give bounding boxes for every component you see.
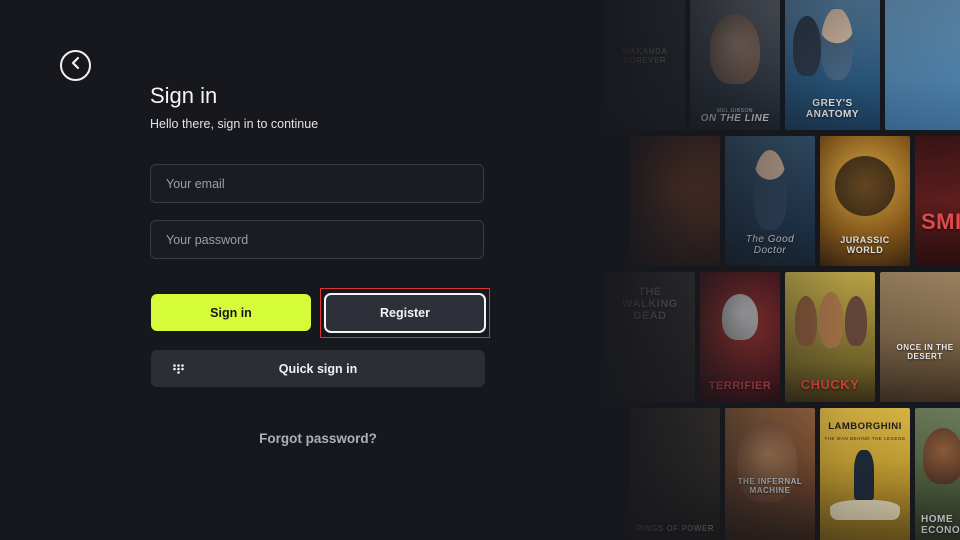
signin-button-label: Sign in — [210, 305, 252, 320]
poster-title: GREY'S ANATOMY — [805, 98, 860, 120]
actor-figure — [845, 296, 867, 346]
chevron-left-icon — [70, 56, 82, 75]
forgot-password-link[interactable]: Forgot password? — [150, 431, 486, 446]
poster-edge-top — [885, 0, 960, 130]
poster-title: LAMBORGHINI — [828, 421, 902, 432]
poster-spiderman — [630, 136, 720, 266]
poster-once-in-the-desert: ONCE IN THE DESERT — [880, 272, 960, 402]
poster-infernal-machine: THE INFERNAL MACHINE — [725, 408, 815, 540]
page-subtitle: Hello there, sign in to continue — [150, 117, 319, 131]
poster-rings-of-power: RINGS OF POWER — [630, 408, 720, 540]
poster-title: JURASSIC WORLD — [840, 235, 890, 256]
poster-jurassic-world: JURASSIC WORLD — [820, 136, 910, 266]
signin-button[interactable]: Sign in — [151, 294, 311, 331]
poster-smile: SMI — [915, 136, 960, 266]
back-button[interactable] — [60, 50, 91, 81]
actor-figure — [795, 296, 817, 346]
poster-lamborghini: LAMBORGHINI THE MAN BEHIND THE LEGEND — [820, 408, 910, 540]
register-button-label: Register — [379, 306, 431, 320]
poster-good-doctor: The Good Doctor — [725, 136, 815, 266]
poster-title: TERRIFIER — [708, 379, 772, 392]
actor-figure — [923, 428, 960, 484]
poster-title: THE WALKING DEAD — [622, 286, 678, 323]
password-field-wrapper — [150, 220, 484, 259]
clown-figure — [722, 294, 758, 340]
actor-figure — [821, 8, 853, 80]
car-figure — [830, 500, 900, 520]
poster-on-the-line: MEL GIBSON ON THE LINE — [690, 0, 780, 130]
password-field[interactable] — [151, 221, 483, 258]
poster-title: The Good Doctor — [745, 234, 795, 256]
actor-figure — [854, 450, 874, 500]
poster-greys-anatomy: GREY'S ANATOMY — [785, 0, 880, 130]
actor-figure — [753, 150, 787, 230]
poster-wall: WAKANDA FOREVER MEL GIBSON ON THE LINE G… — [575, 0, 960, 540]
poster-title: HOME ECONOMICS — [921, 514, 960, 536]
dino-figure — [835, 156, 895, 216]
actor-figure — [819, 292, 843, 348]
poster-title: SMI — [921, 208, 960, 234]
poster-chucky: CHUCKY — [785, 272, 875, 402]
poster-wakanda: WAKANDA FOREVER — [605, 0, 685, 130]
poster-title: THE INFERNAL MACHINE — [737, 477, 803, 496]
poster-home-economics: HOME ECONOMICS — [915, 408, 960, 540]
poster-title: CHUCKY — [800, 376, 860, 392]
dialpad-icon — [173, 363, 185, 377]
signin-screen: WAKANDA FOREVER MEL GIBSON ON THE LINE G… — [0, 0, 960, 540]
actor-figure — [793, 16, 821, 76]
poster-title: ONCE IN THE DESERT — [896, 343, 954, 362]
page-title: Sign in — [150, 83, 218, 108]
poster-terrifier: TERRIFIER — [700, 272, 780, 402]
poster-title: WAKANDA FOREVER — [622, 47, 668, 65]
email-field-wrapper — [150, 164, 484, 203]
poster-title: ON THE LINE — [700, 113, 770, 124]
actor-figure — [710, 14, 760, 84]
poster-title: RINGS OF POWER — [635, 524, 715, 534]
poster-walking-dead: THE WALKING DEAD — [605, 272, 695, 402]
quick-signin-label: Quick sign in — [278, 361, 358, 376]
poster-subtitle: THE MAN BEHIND THE LEGEND — [824, 436, 906, 441]
email-field[interactable] — [151, 165, 483, 202]
quick-signin-button[interactable]: Quick sign in — [151, 350, 485, 387]
register-button[interactable]: Register — [324, 293, 486, 333]
